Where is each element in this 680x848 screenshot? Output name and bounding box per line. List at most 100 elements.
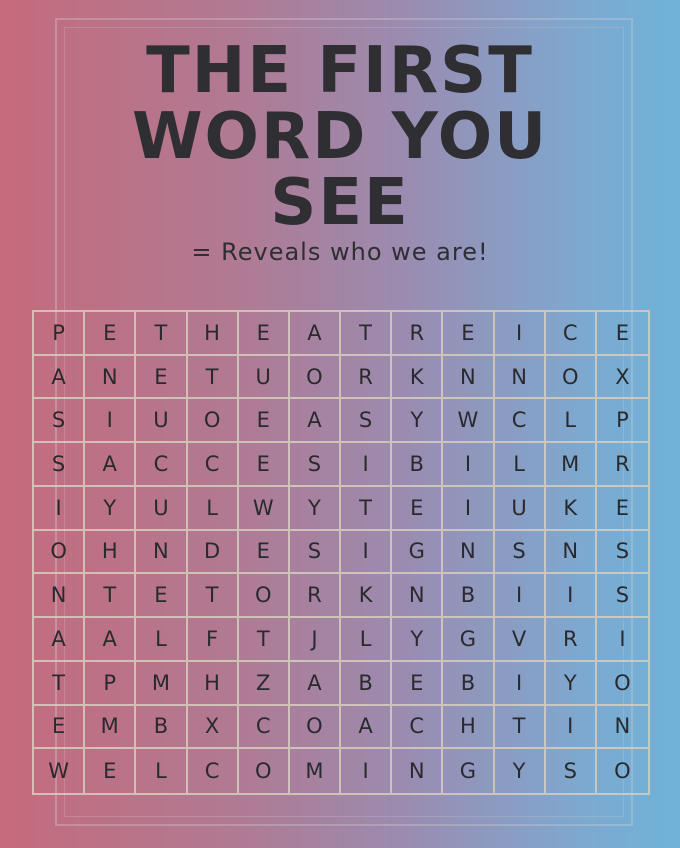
grid-cell[interactable]: O	[239, 749, 290, 793]
grid-cell[interactable]: S	[34, 399, 86, 444]
grid-cell[interactable]: I	[341, 530, 393, 575]
grid-cell[interactable]: G	[443, 618, 495, 662]
grid-cell[interactable]: A	[289, 312, 341, 356]
grid-cell[interactable]: P	[85, 661, 137, 706]
grid-cell[interactable]: I	[545, 574, 597, 619]
grid-cell[interactable]: N	[85, 355, 137, 400]
grid-cell[interactable]: E	[34, 705, 86, 750]
grid-cell[interactable]: X	[187, 705, 239, 750]
grid-cell[interactable]: A	[34, 355, 86, 400]
grid-cell[interactable]: M	[136, 661, 188, 706]
grid-cell[interactable]: N	[392, 749, 444, 793]
grid-cell[interactable]: K	[545, 486, 597, 531]
grid-cell[interactable]: W	[238, 486, 290, 531]
grid-cell[interactable]: I	[494, 312, 546, 356]
grid-cell[interactable]: K	[341, 574, 393, 619]
grid-cell[interactable]: E	[238, 530, 290, 575]
grid-cell[interactable]: N	[494, 355, 546, 400]
grid-cell[interactable]: E	[238, 312, 290, 356]
grid-cell[interactable]: E	[85, 749, 137, 793]
grid-cell[interactable]: C	[494, 399, 546, 444]
grid-cell[interactable]: Z	[238, 661, 290, 706]
grid-cell[interactable]: P	[34, 312, 86, 356]
grid-cell[interactable]: T	[341, 312, 393, 356]
grid-cell[interactable]: C	[545, 312, 597, 356]
grid-cell[interactable]: A	[341, 705, 393, 750]
grid-cell[interactable]: I	[494, 661, 546, 706]
grid-cell[interactable]: B	[443, 574, 495, 619]
grid-cell[interactable]: O	[238, 574, 290, 619]
grid-cell[interactable]: O	[289, 705, 341, 750]
grid-cell[interactable]: L	[136, 618, 188, 662]
grid-cell[interactable]: A	[289, 399, 341, 444]
grid-cell[interactable]: V	[494, 618, 546, 662]
grid-cell[interactable]: C	[188, 749, 239, 793]
grid-cell[interactable]: Y	[85, 486, 137, 531]
grid-cell[interactable]: Y	[545, 661, 597, 706]
grid-cell[interactable]: F	[187, 618, 239, 662]
grid-cell[interactable]: E	[238, 443, 290, 487]
grid-cell[interactable]: N	[443, 530, 495, 575]
grid-cell[interactable]: L	[187, 486, 239, 531]
grid-cell[interactable]: T	[187, 574, 239, 619]
grid-cell[interactable]: S	[596, 574, 648, 619]
grid-cell[interactable]: Y	[392, 399, 444, 444]
grid-cell[interactable]: C	[187, 443, 239, 487]
grid-cell[interactable]: G	[443, 749, 495, 793]
grid-cell[interactable]: Y	[392, 618, 444, 662]
grid-cell[interactable]: C	[392, 705, 444, 750]
grid-cell[interactable]: L	[545, 399, 597, 444]
grid-cell[interactable]: S	[494, 530, 546, 575]
grid-cell[interactable]: T	[494, 705, 546, 750]
grid-cell[interactable]: I	[596, 618, 648, 662]
grid-cell[interactable]: Y	[289, 486, 341, 531]
grid-cell[interactable]: E	[136, 355, 188, 400]
grid-cell[interactable]: W	[443, 399, 495, 444]
grid-cell[interactable]: N	[136, 530, 188, 575]
grid-cell[interactable]: A	[289, 661, 341, 706]
grid-cell[interactable]: I	[545, 705, 597, 750]
grid-cell[interactable]: E	[392, 661, 444, 706]
grid-cell[interactable]: E	[392, 486, 444, 531]
grid-cell[interactable]: M	[290, 749, 341, 793]
grid-cell[interactable]: T	[187, 355, 239, 400]
grid-cell[interactable]: S	[289, 530, 341, 575]
grid-cell[interactable]: T	[341, 486, 393, 531]
grid-cell[interactable]: Y	[495, 749, 546, 793]
grid-cell[interactable]: O	[289, 355, 341, 400]
grid-cell[interactable]: I	[443, 443, 495, 487]
grid-cell[interactable]: I	[85, 399, 137, 444]
grid-cell[interactable]: C	[136, 443, 188, 487]
grid-cell[interactable]: I	[34, 486, 86, 531]
grid-cell[interactable]: N	[443, 355, 495, 400]
grid-cell[interactable]: R	[545, 618, 597, 662]
grid-cell[interactable]: I	[341, 443, 393, 487]
grid-cell[interactable]: L	[494, 443, 546, 487]
grid-cell[interactable]: E	[136, 574, 188, 619]
grid-cell[interactable]: O	[34, 530, 86, 575]
grid-cell[interactable]: N	[34, 574, 86, 619]
grid-cell[interactable]: T	[34, 661, 86, 706]
grid-cell[interactable]: B	[443, 661, 495, 706]
grid-cell[interactable]: R	[341, 355, 393, 400]
grid-cell[interactable]: B	[136, 705, 188, 750]
grid-cell[interactable]: R	[596, 443, 648, 487]
grid-cell[interactable]: M	[545, 443, 597, 487]
grid-cell[interactable]: L	[341, 618, 393, 662]
grid-cell[interactable]: H	[187, 312, 239, 356]
grid-cell[interactable]: A	[34, 618, 86, 662]
grid-cell[interactable]: U	[238, 355, 290, 400]
grid-cell[interactable]: P	[596, 399, 648, 444]
grid-cell[interactable]: A	[85, 443, 137, 487]
grid-cell[interactable]: N	[596, 706, 648, 750]
grid-cell[interactable]: J	[289, 618, 341, 662]
grid-cell[interactable]: T	[85, 574, 137, 619]
grid-cell[interactable]: H	[85, 530, 137, 575]
grid-cell[interactable]: T	[136, 312, 188, 356]
grid-cell[interactable]: D	[187, 530, 239, 575]
grid-cell[interactable]: M	[85, 705, 137, 750]
grid-cell[interactable]: O	[596, 662, 648, 706]
grid-cell[interactable]: L	[136, 749, 188, 793]
grid-cell[interactable]: U	[494, 486, 546, 531]
grid-cell[interactable]: H	[187, 661, 239, 706]
